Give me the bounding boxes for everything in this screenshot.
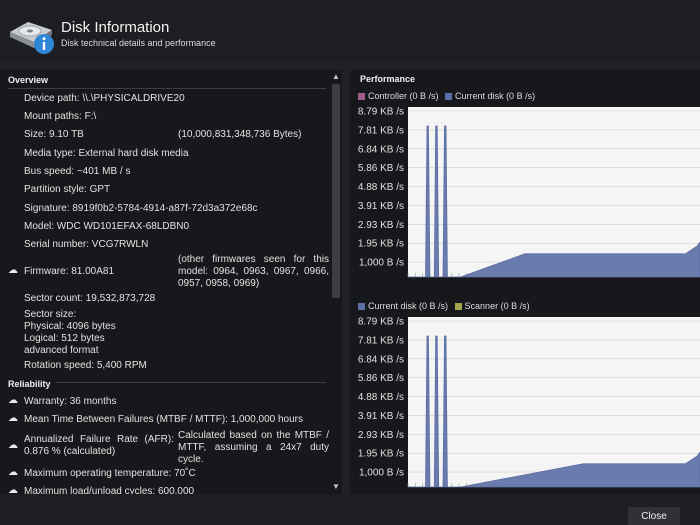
y-tick-label: 1.95 KB /s xyxy=(358,449,404,460)
y-tick-label: 7.81 KB /s xyxy=(358,125,404,136)
divider xyxy=(8,88,326,89)
y-tick-label: 6.84 KB /s xyxy=(358,144,404,155)
mount-paths: Mount paths: F:\ xyxy=(24,111,97,122)
cloud-icon[interactable]: ☁ xyxy=(8,413,18,424)
legend-scanner: Scanner (0 B /s) xyxy=(464,301,530,311)
sector-count: Sector count: 19,532,873,728 xyxy=(24,293,156,304)
mtbf: Mean Time Between Failures (MTBF / MTTF)… xyxy=(24,414,303,425)
y-tick-label: 4.88 KB /s xyxy=(358,392,404,403)
chart1-legend: Controller (0 B /s) Current disk (0 B /s… xyxy=(358,91,535,101)
y-tick-label: 5.86 KB /s xyxy=(358,163,404,174)
sector-physical: Physical: 4096 bytes xyxy=(24,321,116,332)
scroll-down-arrow-icon[interactable]: ▼ xyxy=(331,482,341,492)
dialog-subtitle: Disk technical details and performance xyxy=(61,38,216,48)
legend-current-disk: Current disk (0 B /s) xyxy=(455,91,536,101)
divider xyxy=(56,382,326,383)
y-tick-label: 7.81 KB /s xyxy=(358,335,404,346)
rotation-speed: Rotation speed: 5,400 RPM xyxy=(24,360,147,371)
y-tick-label: 2.93 KB /s xyxy=(358,220,404,231)
close-button[interactable]: Close xyxy=(628,507,680,525)
media-type: Media type: External hard disk media xyxy=(24,148,189,159)
sector-size-label: Sector size: xyxy=(24,309,77,320)
plot-area xyxy=(408,317,700,487)
performance-chart-2: 8.79 KB /s 7.81 KB /s 6.84 KB /s 5.86 KB /s… xyxy=(358,317,700,488)
disk-size-bytes: (10,000,831,348,736 Bytes) xyxy=(178,129,302,140)
legend-controller: Controller (0 B /s) xyxy=(368,91,439,101)
y-tick-label: 8.79 KB /s xyxy=(358,107,404,118)
scroll-up-arrow-icon[interactable]: ▲ xyxy=(331,72,341,82)
cloud-icon[interactable]: ☁ xyxy=(8,265,18,276)
y-tick-label: 3.91 KB /s xyxy=(358,411,404,422)
legend-current-disk: Current disk (0 B /s) xyxy=(368,301,449,311)
firmware-note: (other firmwares seen for this model: 09… xyxy=(178,254,329,289)
y-tick-label: 8.79 KB /s xyxy=(358,317,404,328)
warranty: Warranty: 36 months xyxy=(24,396,117,407)
y-tick-label: 3.91 KB /s xyxy=(358,201,404,212)
y-tick-label: 2.93 KB /s xyxy=(358,430,404,441)
cloud-icon[interactable]: ☁ xyxy=(8,485,18,494)
legend-swatch-controller xyxy=(358,93,365,100)
disk-size: Size: 9.10 TB xyxy=(24,129,84,140)
reliability-heading: Reliability xyxy=(8,379,51,389)
legend-swatch-current-disk xyxy=(445,93,453,100)
y-tick-label: 1.95 KB /s xyxy=(358,239,404,250)
performance-chart-1: 8.79 KB /s 7.81 KB /s 6.84 KB /s 5.86 KB /s… xyxy=(358,107,700,278)
cloud-icon[interactable]: ☁ xyxy=(8,467,18,478)
device-path: Device path: \\.\PHYSICALDRIVE20 xyxy=(24,93,185,104)
cloud-icon[interactable]: ☁ xyxy=(8,395,18,406)
hard-disk-info-icon xyxy=(10,22,54,54)
partition-style: Partition style: GPT xyxy=(24,184,111,195)
performance-heading: Performance xyxy=(360,74,416,84)
firmware: Firmware: 81.00A81 xyxy=(24,266,115,277)
overview-scrollbar[interactable]: ▲ ▼ xyxy=(330,70,342,494)
y-tick-label: 4.88 KB /s xyxy=(358,182,404,193)
bus-speed: Bus speed: ~401 MB / s xyxy=(24,166,131,177)
afr-note: Calculated based on the MTBF / MTTF, ass… xyxy=(178,430,329,465)
overview-heading: Overview xyxy=(8,75,49,85)
legend-swatch-scanner xyxy=(454,303,462,310)
cloud-icon[interactable]: ☁ xyxy=(8,440,18,451)
overview-panel[interactable]: Overview Device path: \\.\PHYSICALDRIVE2… xyxy=(0,70,342,494)
y-tick-label: 1,000 B /s xyxy=(359,258,404,269)
y-tick-label: 5.86 KB /s xyxy=(358,373,404,384)
serial-number: Serial number: VCG7RWLN xyxy=(24,239,149,250)
y-tick-label: 6.84 KB /s xyxy=(358,354,404,365)
dialog-footer xyxy=(0,494,700,525)
y-tick-label: 1,000 B /s xyxy=(359,468,404,479)
load-unload-cycles: Maximum load/unload cycles: 600,000 xyxy=(24,486,195,494)
plot-area xyxy=(408,107,700,277)
legend-swatch-current-disk xyxy=(358,303,365,310)
max-temperature: Maximum operating temperature: 70˚C xyxy=(24,468,196,479)
dialog-title: Disk Information xyxy=(61,19,170,36)
scroll-thumb[interactable] xyxy=(332,84,340,298)
dialog-header: Disk Information Disk technical details … xyxy=(0,0,700,62)
sector-format: advanced format xyxy=(24,345,99,356)
sector-logical: Logical: 512 bytes xyxy=(24,333,105,344)
model: Model: WDC WD101EFAX-68LDBN0 xyxy=(24,221,190,232)
chart2-legend: Current disk (0 B /s) Scanner (0 B /s) xyxy=(358,301,530,311)
afr-label: Annualized Failure Rate (AFR): 0.876 % (… xyxy=(24,434,174,457)
signature: Signature: 8919f0b2-5784-4914-a87f-72d3a… xyxy=(24,203,258,214)
